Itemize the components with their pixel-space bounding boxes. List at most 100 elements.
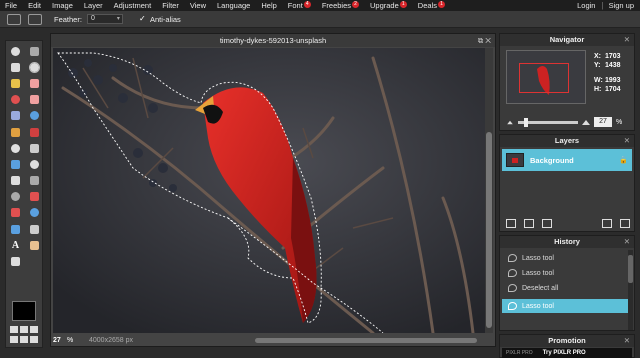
navigator-close-icon[interactable]: ✕ [624,34,630,46]
selection-width: 1993 [605,77,621,84]
menu-bar: File Edit Image Layer Adjustment Filter … [0,0,640,11]
burn-icon[interactable] [6,189,25,205]
lasso-icon[interactable] [25,59,44,75]
crop-icon[interactable] [6,43,25,59]
layer-styles-icon[interactable] [542,219,552,228]
zoom-icon[interactable] [6,253,25,269]
image-canvas[interactable] [53,48,485,333]
history-item[interactable]: Lasso tool [502,251,632,265]
gradient-icon[interactable] [25,108,44,124]
menu-image[interactable]: Image [47,0,79,11]
menu-deals[interactable]: Deals 1 [413,0,451,11]
drawing-icon[interactable] [6,140,25,156]
view-mode-icon[interactable] [10,326,40,344]
antialias-checkbox[interactable]: ✓ [139,15,147,23]
history-close-icon[interactable]: ✕ [624,236,630,248]
history-item[interactable]: Deselect all [502,281,632,295]
marquee-icon[interactable] [6,59,25,75]
red-eye-icon[interactable] [25,189,44,205]
color-replace-icon[interactable] [25,124,44,140]
menu-help[interactable]: Help [256,0,282,11]
bucket-icon[interactable] [6,108,25,124]
move-icon[interactable] [25,43,44,59]
smudge-icon[interactable] [25,156,44,172]
photo-cardinal [53,48,485,333]
layers-close-icon[interactable]: ✕ [624,135,630,147]
feather-select[interactable]: 0 [86,14,123,24]
navigator-preview[interactable] [506,50,586,104]
lock-icon: 🔒 [619,157,628,164]
signup-link[interactable]: Sign up [604,0,640,11]
cursor-x: 1703 [605,53,621,60]
zoom-value[interactable]: 27 [53,337,67,344]
menu-layer[interactable]: Layer [79,0,109,11]
wand-icon[interactable] [6,75,25,91]
promotion-banner[interactable]: PIXLR PRO Try PIXLR PRO [502,348,632,358]
sponge-icon[interactable] [6,173,25,189]
promotion-panel: Promotion ✕ PIXLR PRO Try PIXLR PRO [499,334,635,358]
history-panel: History ✕ Lasso tool Lasso tool Deselect … [499,235,635,331]
color-swatch[interactable] [12,301,36,321]
promotion-tag: PIXLR PRO [506,350,533,356]
zoom-in-icon[interactable] [582,119,590,125]
layers-title: Layers ✕ [500,135,634,147]
toolbox: A [5,40,43,348]
login-link[interactable]: Login [572,0,601,11]
layer-row[interactable]: Background 🔒 [502,149,632,171]
history-item[interactable]: Lasso tool [502,266,632,280]
antialias-label: Anti-alias [149,14,181,24]
pencil-icon[interactable] [25,75,44,91]
bloat-icon[interactable] [25,205,44,221]
lasso-mode-icon[interactable] [7,13,21,25]
menu-language[interactable]: Language [212,0,256,11]
dodge-icon[interactable] [25,173,44,189]
lasso-icon [508,269,517,277]
spot-heal-icon[interactable] [6,205,25,221]
upgrade-badge: 1 [399,1,407,8]
menu-file[interactable]: File [0,0,23,11]
promotion-close-icon[interactable]: ✕ [624,335,630,347]
layer-settings-icon[interactable] [506,219,516,228]
document-window: timothy-dykes-592013-unsplash ⧉ ✕ 27 % 4… [50,33,496,347]
sharpen-icon[interactable] [6,156,25,172]
hand-icon[interactable] [25,237,44,253]
close-icon[interactable]: ✕ [485,36,491,45]
history-item-active[interactable]: Lasso tool [502,299,632,313]
new-layer-icon[interactable] [602,219,612,228]
selection-height: 1704 [605,86,621,93]
history-scrollbar[interactable] [628,250,633,330]
brush-icon[interactable] [6,92,25,108]
navigator-viewport[interactable] [519,63,569,93]
navigator-zoom-input[interactable]: 27 [594,117,612,127]
type-icon[interactable]: A [6,237,25,253]
layer-name: Background [530,155,574,165]
layer-thumbnail [506,153,524,167]
pinch-icon[interactable] [6,221,25,237]
zoom-slider[interactable] [518,117,578,127]
menu-upgrade[interactable]: Upgrade 1 [365,0,413,11]
colorpicker-icon[interactable] [25,221,44,237]
menu-freebies[interactable]: Freebies 2 [317,0,365,11]
polygon-lasso-mode-icon[interactable] [28,13,42,25]
menu-view[interactable]: View [185,0,212,11]
deals-badge: 1 [437,1,445,8]
clone-icon[interactable] [6,124,25,140]
menu-filter[interactable]: Filter [157,0,185,11]
promotion-title: Promotion ✕ [500,335,634,347]
zoom-out-icon[interactable] [507,120,513,124]
layer-actions [506,219,630,228]
canvas-horizontal-scrollbar[interactable] [143,336,483,344]
eraser-icon[interactable] [25,92,44,108]
blur-icon[interactable] [25,140,44,156]
navigator-zoom-unit: % [616,118,623,126]
canvas-vertical-scrollbar[interactable] [485,48,493,333]
menu-font[interactable]: Font 4 [283,0,317,11]
delete-layer-icon[interactable] [620,219,630,228]
deselect-icon [508,284,517,292]
feather-label: Feather: [54,14,82,24]
navigator-zoom: 27 % [506,117,632,127]
maximize-icon[interactable]: ⧉ [478,36,483,45]
layer-mask-icon[interactable] [524,219,534,228]
menu-edit[interactable]: Edit [23,0,47,11]
menu-adjustment[interactable]: Adjustment [109,0,158,11]
